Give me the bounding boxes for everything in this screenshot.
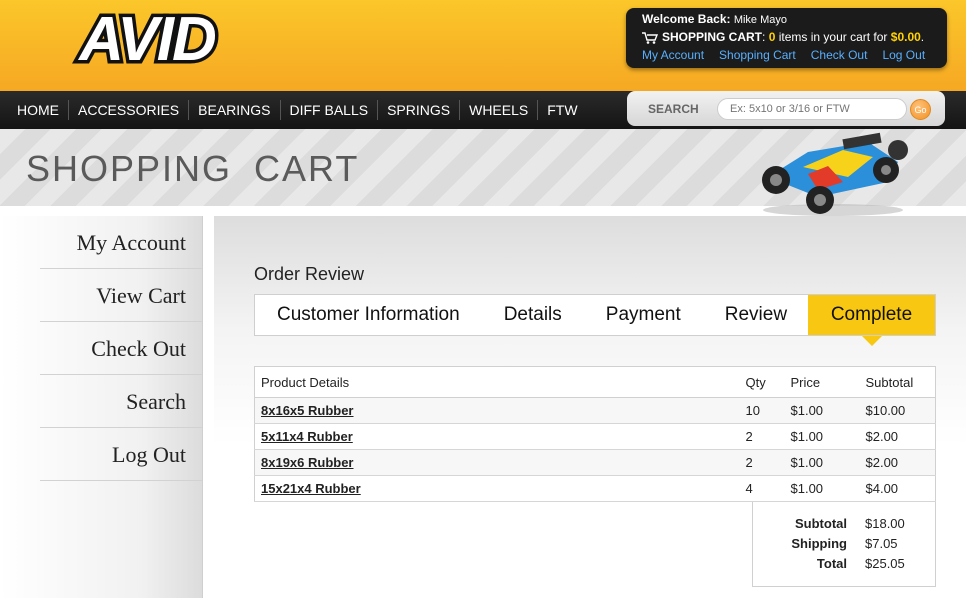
my-account-link[interactable]: My Account xyxy=(642,47,704,63)
log-out-link[interactable]: Log Out xyxy=(882,47,925,63)
cart-icon xyxy=(642,31,658,44)
sidebar-view-cart[interactable]: View Cart xyxy=(40,269,202,322)
checkout-steps: Customer Information Details Payment Rev… xyxy=(254,294,936,336)
step-payment: Payment xyxy=(605,304,681,325)
rc-buggy-image xyxy=(762,132,908,216)
cart-count: 0 xyxy=(768,30,776,44)
product-subtotal: $10.00 xyxy=(859,397,936,424)
product-price: $1.00 xyxy=(784,449,860,476)
search-go-button[interactable]: Go xyxy=(910,99,931,120)
nav-ftw[interactable]: FTW xyxy=(538,100,586,120)
product-qty: 10 xyxy=(739,397,785,424)
table-row: 5x11x4 Rubber 2 $1.00 $2.00 xyxy=(254,423,936,450)
col-product-details: Product Details xyxy=(254,366,740,398)
step-details: Details xyxy=(503,304,562,325)
sidebar-search[interactable]: Search xyxy=(40,375,202,428)
check-out-link[interactable]: Check Out xyxy=(811,47,868,63)
cart-label: SHOPPING CART xyxy=(662,30,763,44)
step-customer-information: Customer Information xyxy=(277,304,460,325)
table-header-row: Product Details Qty Price Subtotal xyxy=(254,366,936,398)
account-links: My Account Shopping Cart Check Out Log O… xyxy=(642,47,947,63)
order-review-title: Order Review xyxy=(254,264,365,284)
table-row: 15x21x4 Rubber 4 $1.00 $4.00 xyxy=(254,475,936,502)
product-subtotal: $4.00 xyxy=(859,475,936,502)
total-label: Total xyxy=(816,556,847,571)
account-box: Welcome Back: Mike Mayo SHOPPING CART: 0… xyxy=(626,8,947,68)
avid-logo[interactable]: AVID xyxy=(10,10,285,68)
shopping-cart-link[interactable]: Shopping Cart xyxy=(719,47,796,63)
shipping-value: $7.05 xyxy=(865,536,898,551)
nav-accessories[interactable]: ACCESSORIES xyxy=(69,100,190,120)
col-subtotal: Subtotal xyxy=(859,366,936,398)
cart-mid-text: items in your cart for xyxy=(778,30,888,44)
product-qty: 2 xyxy=(739,449,785,476)
product-name-link[interactable]: 8x16x5 Rubber xyxy=(254,397,740,424)
table-row: 8x19x6 Rubber 2 $1.00 $2.00 xyxy=(254,449,936,476)
product-qty: 4 xyxy=(739,475,785,502)
order-table: Product Details Qty Price Subtotal 8x16x… xyxy=(254,366,936,502)
welcome-line: Welcome Back: Mike Mayo xyxy=(642,11,947,29)
active-step-pointer xyxy=(862,336,882,346)
col-price: Price xyxy=(784,366,860,398)
sidebar-my-account[interactable]: My Account xyxy=(40,216,202,269)
product-qty: 2 xyxy=(739,423,785,450)
product-name-link[interactable]: 8x19x6 Rubber xyxy=(254,449,740,476)
subtotal-value: $18.00 xyxy=(865,516,905,531)
nav-home[interactable]: HOME xyxy=(8,100,69,120)
product-subtotal: $2.00 xyxy=(859,449,936,476)
total-value: $25.05 xyxy=(865,556,905,571)
subtotal-label: Subtotal xyxy=(795,516,847,531)
product-price: $1.00 xyxy=(784,475,860,502)
site-header: AVID Welcome Back: Mike Mayo SHOPPING CA… xyxy=(0,0,966,91)
sidebar-log-out[interactable]: Log Out xyxy=(40,428,202,481)
nav-diff-balls[interactable]: DIFF BALLS xyxy=(281,100,379,120)
search-input[interactable] xyxy=(717,98,907,120)
page-title: SHOPPING CART xyxy=(26,148,360,189)
nav-bearings[interactable]: BEARINGS xyxy=(189,100,281,120)
step-complete: Complete xyxy=(808,295,935,335)
product-name-link[interactable]: 5x11x4 Rubber xyxy=(254,423,740,450)
product-name-link[interactable]: 15x21x4 Rubber xyxy=(254,475,740,502)
sidebar-check-out[interactable]: Check Out xyxy=(40,322,202,375)
step-review: Review xyxy=(724,304,788,325)
product-subtotal: $2.00 xyxy=(859,423,936,450)
cart-summary: SHOPPING CART: 0 items in your cart for … xyxy=(642,29,947,46)
nav-springs[interactable]: SPRINGS xyxy=(378,100,461,120)
logo-text: AVID xyxy=(77,10,216,68)
shipping-label: Shipping xyxy=(791,536,847,551)
search-label: SEARCH xyxy=(648,102,699,116)
welcome-label: Welcome Back: xyxy=(642,12,731,26)
col-qty: Qty xyxy=(739,366,785,398)
order-totals: Subtotal $18.00 Shipping $7.05 Total $25… xyxy=(752,502,936,587)
sidebar: My Account View Cart Check Out Search Lo… xyxy=(0,216,203,598)
cart-total: $0.00 xyxy=(890,30,921,44)
table-row: 8x16x5 Rubber 10 $1.00 $10.00 xyxy=(254,397,936,424)
user-name: Mike Mayo xyxy=(733,14,788,26)
product-price: $1.00 xyxy=(784,423,860,450)
search-box: SEARCH Go xyxy=(627,91,945,126)
nav-wheels[interactable]: WHEELS xyxy=(460,100,539,120)
product-price: $1.00 xyxy=(784,397,860,424)
